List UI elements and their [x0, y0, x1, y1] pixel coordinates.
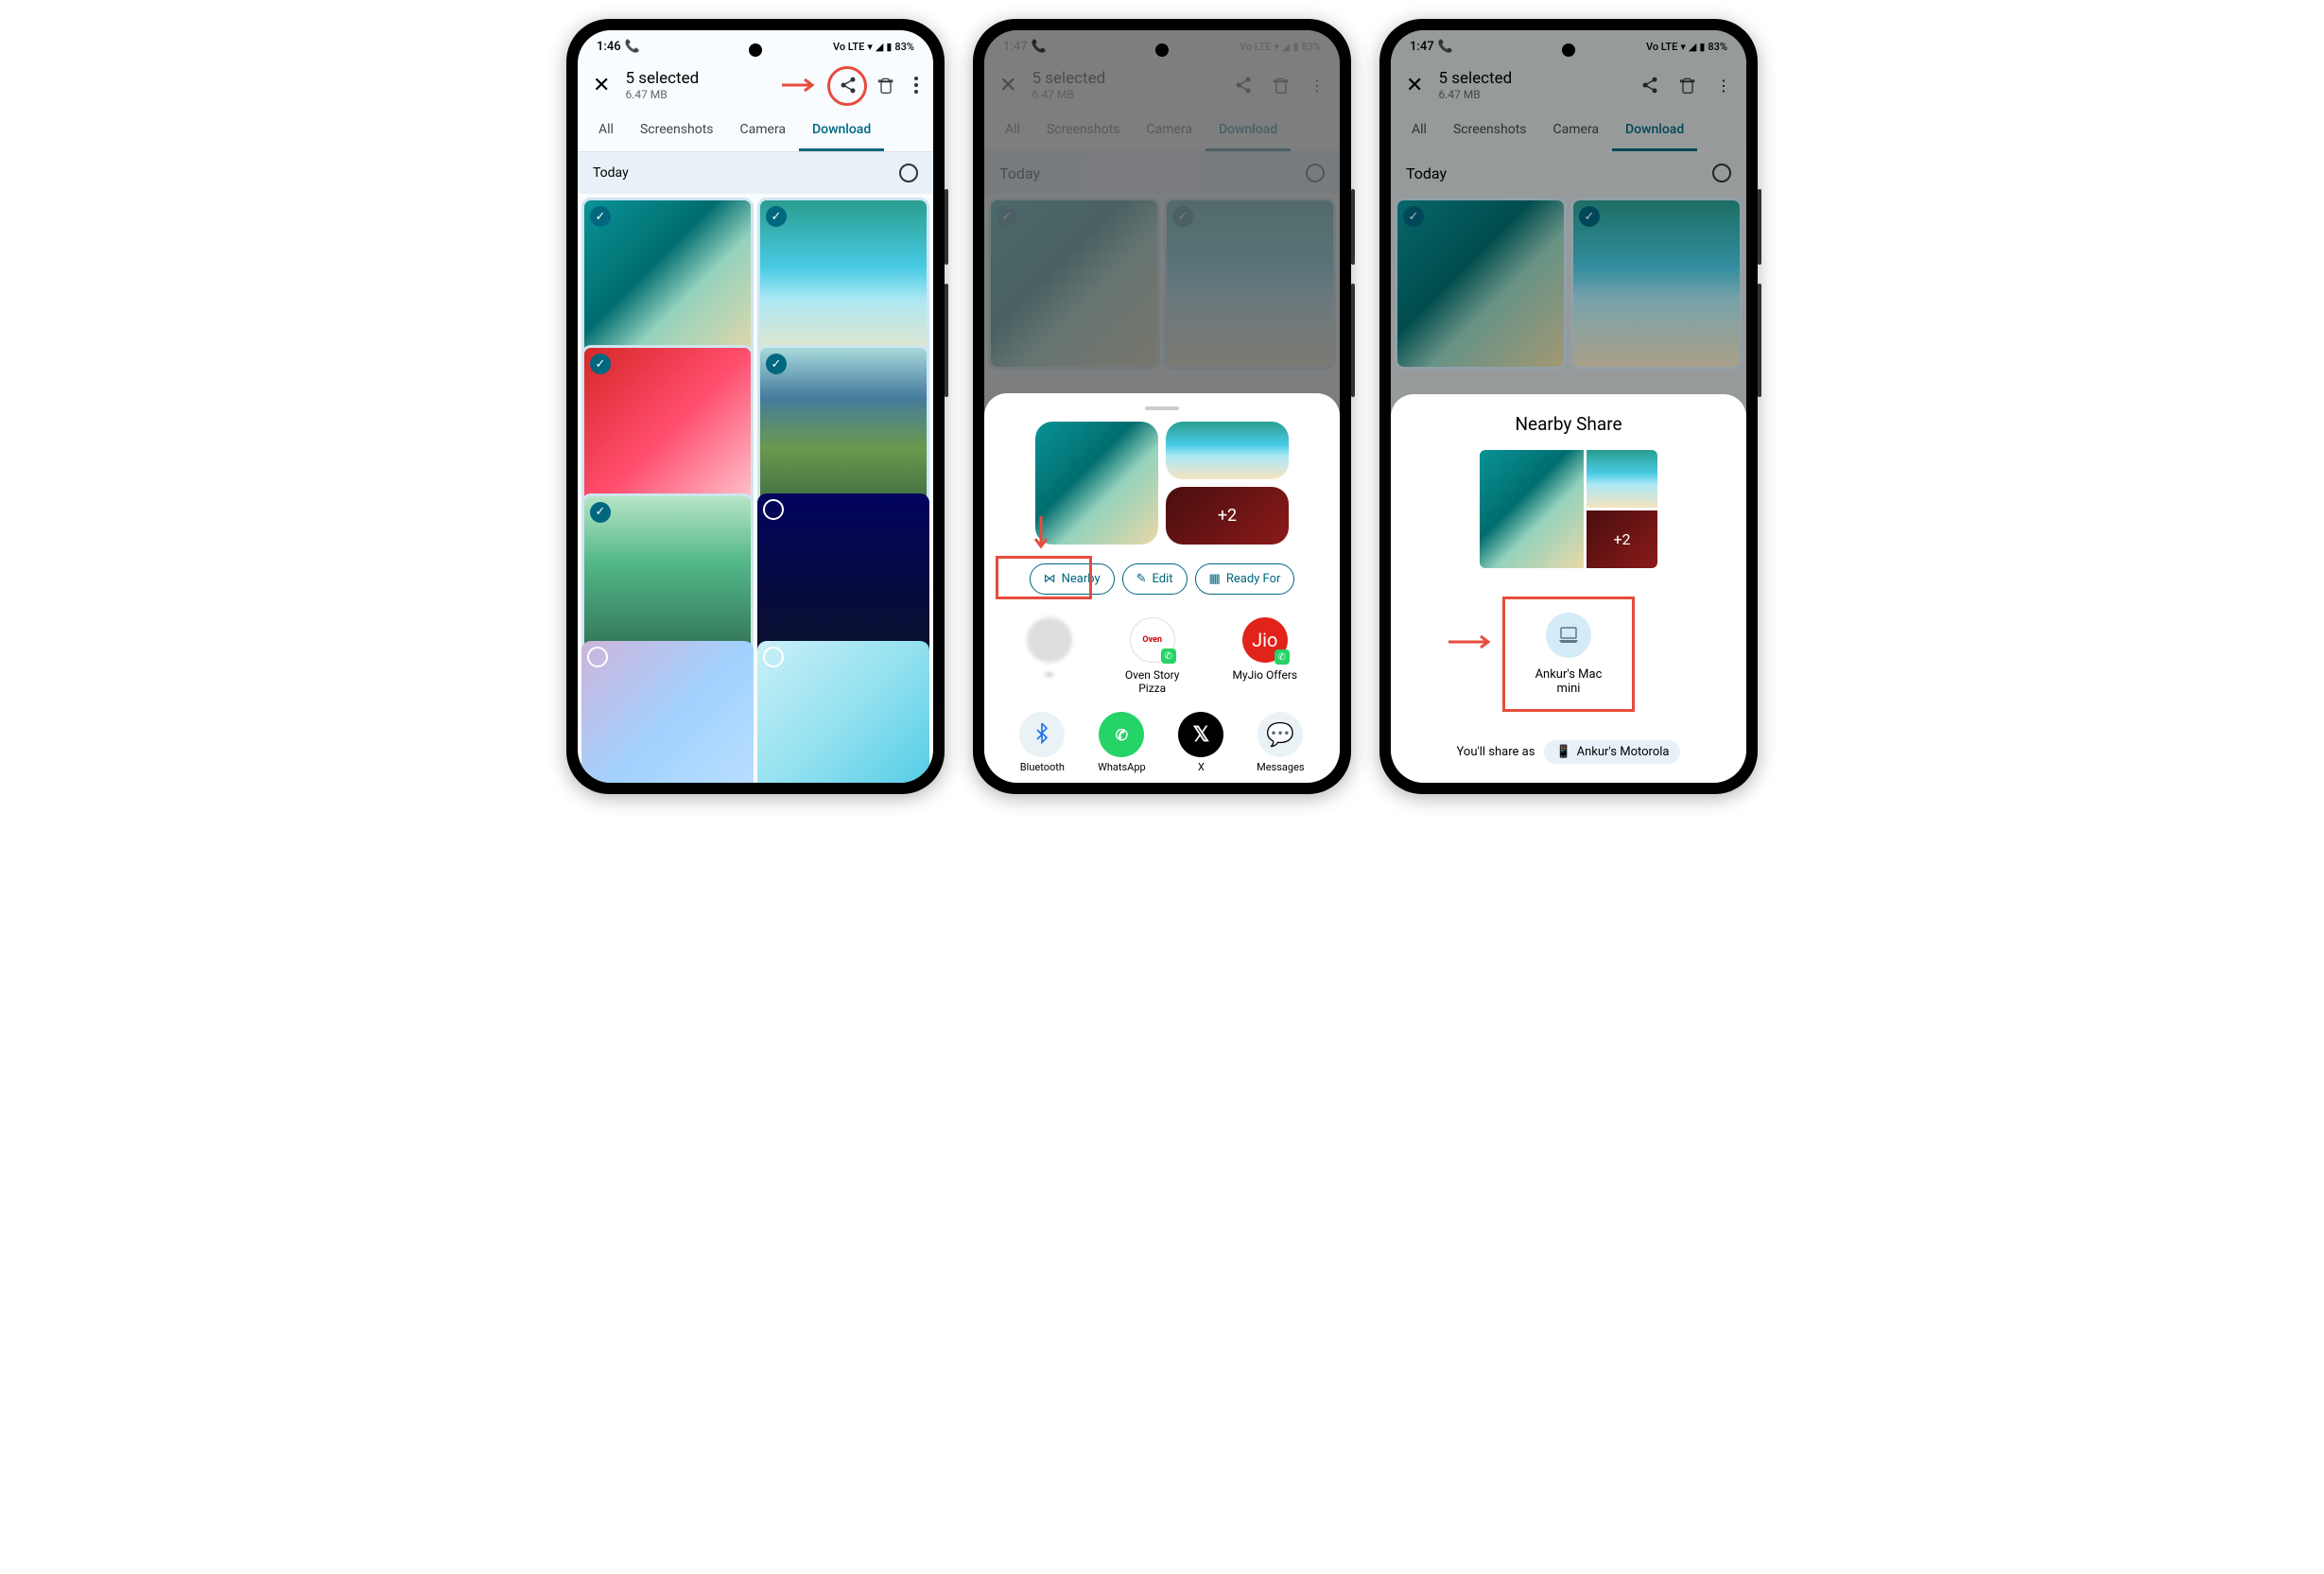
contact-myjio[interactable]: Jio ✆ MyJio Offers [1232, 617, 1297, 695]
share-as-device-pill[interactable]: 📱 Ankur's Motorola [1544, 740, 1680, 764]
camera-hole [749, 43, 762, 57]
photo-thumbnail[interactable]: ✓ [581, 345, 754, 517]
category-tabs: All Screenshots Camera Download [578, 111, 933, 152]
wifi-icon: ▾ [867, 41, 873, 53]
nearby-device[interactable]: Ankur's Mac mini [1502, 597, 1635, 712]
phone-icon: 📱 [1555, 745, 1570, 759]
share-icon [839, 76, 858, 95]
battery-icon: ▮ [886, 41, 892, 53]
share-as-label: You'll share as [1457, 745, 1535, 759]
tab-camera[interactable]: Camera [727, 111, 800, 151]
x-icon: 𝕏 [1178, 712, 1223, 757]
delete-button[interactable] [876, 76, 895, 95]
photo-thumbnail[interactable]: ✓ [757, 198, 929, 370]
messages-icon: 💬 [1257, 712, 1303, 757]
select-all-toggle[interactable] [899, 164, 918, 182]
trash-icon [876, 76, 895, 95]
contact-avatar [1027, 617, 1072, 663]
pencil-icon: ✎ [1136, 572, 1147, 586]
selection-size: 6.47 MB [625, 88, 824, 101]
photo-grid: ✓ ✓ ✓ ✓ ✓ 791 kB 2.32 MB 1.21 MB [578, 194, 933, 783]
whatsapp-icon: ✆ [1099, 712, 1144, 757]
preview-thumbnail [1480, 450, 1584, 568]
more-button[interactable]: ⋮ [1716, 77, 1731, 95]
app-x[interactable]: 𝕏 X [1178, 712, 1223, 773]
grid-icon: ▦ [1209, 572, 1221, 586]
preview-overflow: +2 [1587, 510, 1657, 568]
ovenstory-icon: Oven ✆ [1130, 617, 1175, 663]
delete-button[interactable] [1678, 76, 1697, 95]
drag-handle[interactable] [1145, 406, 1179, 410]
preview-thumbnail [1166, 422, 1289, 479]
unchecked-icon [587, 647, 608, 667]
photo-thumbnail[interactable]: ✓ [757, 345, 929, 517]
photo-thumbnail[interactable]: 2.32 MB [581, 641, 754, 783]
contact-blurred[interactable]: — [1027, 617, 1072, 695]
share-contacts: — Oven ✆ Oven Story Pizza Jio ✆ MyJio Of… [1003, 617, 1321, 695]
check-icon: ✓ [766, 354, 787, 374]
more-button[interactable] [914, 77, 918, 94]
share-button[interactable] [839, 76, 858, 95]
battery-percent: 83% [894, 41, 914, 53]
readyfor-chip[interactable]: ▦ Ready For [1195, 563, 1295, 595]
kebab-icon [914, 77, 918, 94]
whatsapp-badge-icon: ✆ [1161, 649, 1176, 664]
photo-thumbnail[interactable]: 1.21 MB [757, 641, 929, 783]
selection-count: 5 selected [625, 69, 824, 88]
tab-screenshots[interactable]: Screenshots [627, 111, 727, 151]
phone-mockup-2: 1:47📞 Vo LTE▾◢▮83% ✕ 5 selected 6.47 MB … [973, 19, 1351, 794]
preview-thumbnail [1587, 450, 1657, 508]
camera-hole [1562, 43, 1575, 57]
nearby-share-title: Nearby Share [1410, 413, 1727, 435]
date-section-header: Today [578, 152, 933, 194]
selection-header: ✕ 5 selected 6.47 MB ⋮ [1391, 60, 1746, 111]
signal-icon: ◢ [876, 41, 883, 53]
annotation-arrow [1448, 632, 1496, 655]
selection-header: ✕ 5 selected 6.47 MB [578, 60, 933, 111]
phone-mockup-1: 1:46 📞 Vo LTE ▾ ◢ ▮ 83% ✕ 5 selected 6.4… [566, 19, 945, 794]
photo-thumbnail[interactable]: 791 kB [757, 493, 929, 666]
app-messages[interactable]: 💬 Messages [1257, 712, 1304, 773]
share-button[interactable] [1640, 76, 1659, 95]
close-button[interactable]: ✕ [593, 74, 610, 97]
edit-chip[interactable]: ✎ Edit [1122, 563, 1188, 595]
check-icon: ✓ [766, 206, 787, 227]
check-icon: ✓ [590, 354, 611, 374]
whatsapp-badge-icon: ✆ [1275, 649, 1290, 665]
call-icon: 📞 [625, 40, 640, 54]
unchecked-icon [763, 499, 784, 520]
close-button[interactable]: ✕ [1406, 74, 1423, 97]
preview-overflow: +2 [1166, 487, 1289, 545]
share-preview: +2 [1003, 422, 1321, 545]
share-sheet: +2 ⋈ Nearby ✎ Edit ▦ Ready [984, 393, 1340, 783]
section-label: Today [593, 165, 629, 181]
nearby-icon: ⋈ [1044, 572, 1056, 586]
check-icon: ✓ [590, 502, 611, 523]
tab-download[interactable]: Download [799, 111, 884, 151]
app-bluetooth[interactable]: Bluetooth [1019, 712, 1065, 773]
nearby-share-sheet: Nearby Share +2 Ankur's Mac mini [1391, 394, 1746, 783]
share-action-chips: ⋈ Nearby ✎ Edit ▦ Ready For [1003, 563, 1321, 595]
phone-mockup-3: 1:47📞 Vo LTE▾◢▮83% ✕ 5 selected 6.47 MB … [1379, 19, 1758, 794]
network-indicator: Vo LTE [833, 41, 864, 53]
share-as-row: You'll share as 📱 Ankur's Motorola [1410, 740, 1727, 764]
device-name-label: Ankur's Mac mini [1524, 667, 1613, 696]
photo-thumbnail[interactable]: ✓ [581, 493, 754, 666]
contact-ovenstory[interactable]: Oven ✆ Oven Story Pizza [1119, 617, 1186, 695]
nearby-chip[interactable]: ⋈ Nearby [1030, 563, 1115, 595]
photo-thumbnail[interactable]: ✓ [581, 198, 754, 370]
share-apps: Bluetooth ✆ WhatsApp 𝕏 X 💬 Messages [1003, 712, 1321, 773]
tab-all[interactable]: All [585, 111, 627, 151]
jio-icon: Jio ✆ [1242, 617, 1288, 663]
preview-thumbnail [1035, 422, 1158, 545]
laptop-icon [1546, 613, 1591, 658]
app-whatsapp[interactable]: ✆ WhatsApp [1098, 712, 1146, 773]
bluetooth-icon [1019, 712, 1065, 757]
camera-hole [1155, 43, 1169, 57]
unchecked-icon [763, 647, 784, 667]
nearby-preview: +2 [1410, 450, 1727, 568]
check-icon: ✓ [590, 206, 611, 227]
status-time: 1:46 [597, 40, 621, 54]
